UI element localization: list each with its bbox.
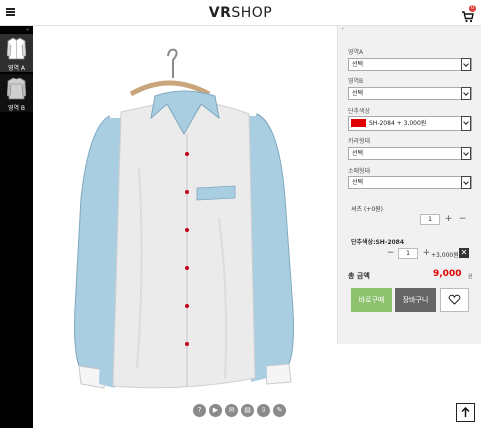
product-3d-viewer[interactable]: ? ▶ ✉ ▤ ⇩ ✎ <box>33 26 337 428</box>
download-icon[interactable]: ⇩ <box>257 404 270 417</box>
added-item-plus-button[interactable]: + <box>422 248 431 259</box>
option-label-collar: 카라형태 <box>348 138 371 145</box>
sidebar-item-label: 영역 A <box>7 65 26 72</box>
options-panel: « 영역A 선택 영역B 선택 단추색상 SH-2084 + 3,000원 카라… <box>337 26 481 344</box>
sidebar-item-area-a[interactable]: 영역 A <box>0 34 33 72</box>
panel-collapse-icon[interactable]: « <box>341 26 344 32</box>
chevron-down-icon <box>461 176 471 189</box>
select-value: 선택 <box>352 179 364 186</box>
option-label-sleeve: 소매형태 <box>348 168 371 175</box>
select-sleeve[interactable]: 선택 <box>348 176 472 189</box>
base-item-minus-button[interactable]: − <box>458 214 467 225</box>
sidebar-item-area-b[interactable]: 영역 B <box>0 74 33 112</box>
edit-icon[interactable]: ✎ <box>273 404 286 417</box>
option-label-area-b: 영역B <box>348 78 364 85</box>
option-label-area-a: 영역A <box>348 49 364 56</box>
play-icon[interactable]: ▶ <box>209 404 222 417</box>
remove-item-button[interactable]: ✕ <box>459 248 469 258</box>
select-value: 선택 <box>352 150 364 157</box>
added-item-price: +3,000원 <box>431 252 459 259</box>
cart-count-badge: 0 <box>469 5 476 12</box>
select-value: 선택 <box>352 90 364 97</box>
shirt-back-icon <box>7 77 26 100</box>
save-icon[interactable]: ▤ <box>241 404 254 417</box>
select-area-b[interactable]: 선택 <box>348 87 472 100</box>
arrow-up-icon <box>461 406 470 417</box>
chevron-down-icon <box>461 116 471 131</box>
total-unit: 원 <box>468 274 473 280</box>
cart-icon <box>462 11 474 23</box>
base-item-label: 셔츠 (+0원) <box>351 206 383 213</box>
select-button-color[interactable]: SH-2084 + 3,000원 <box>348 116 472 131</box>
chevron-down-icon <box>461 87 471 100</box>
chevron-down-icon <box>461 58 471 71</box>
sidebar-collapse-icon[interactable]: « <box>26 27 29 33</box>
option-label-button-color: 단추색상 <box>348 108 371 115</box>
added-item-label: 단추색상:SH-2084 <box>351 239 405 246</box>
select-collar[interactable]: 선택 <box>348 147 472 160</box>
logo-rest: SHOP <box>231 5 273 21</box>
buy-now-button[interactable]: 바로구매 <box>351 288 392 312</box>
select-area-a[interactable]: 선택 <box>348 58 472 71</box>
scroll-to-top-button[interactable] <box>456 403 475 422</box>
added-item-minus-button[interactable]: − <box>386 248 395 259</box>
help-icon[interactable]: ? <box>193 404 206 417</box>
logo-bold: VR <box>208 5 232 21</box>
total-price: 9,000 <box>433 269 462 279</box>
sidebar-item-label: 영역 B <box>7 105 26 112</box>
base-item-qty-input[interactable]: 1 <box>420 214 440 225</box>
area-sidebar: « 영역 A 영역 B <box>0 26 33 428</box>
select-value: SH-2084 + 3,000원 <box>369 120 427 127</box>
shop-logo[interactable]: VRSHOP <box>0 4 481 22</box>
color-swatch <box>351 118 366 127</box>
wishlist-button[interactable] <box>440 288 469 312</box>
cart-button[interactable]: 0 <box>462 5 476 23</box>
heart-icon <box>448 294 461 305</box>
shirt-model-image[interactable] <box>69 48 299 400</box>
add-to-cart-button[interactable]: 장바구니 <box>395 288 436 312</box>
base-item-plus-button[interactable]: + <box>444 214 453 225</box>
top-header: VRSHOP 0 <box>0 0 481 26</box>
added-item-qty-input[interactable]: 1 <box>398 248 418 259</box>
mail-icon[interactable]: ✉ <box>225 404 238 417</box>
shirt-front-icon <box>7 37 26 60</box>
chevron-down-icon <box>461 147 471 160</box>
select-value: 선택 <box>352 61 364 68</box>
total-label: 총 금액 <box>348 272 370 280</box>
